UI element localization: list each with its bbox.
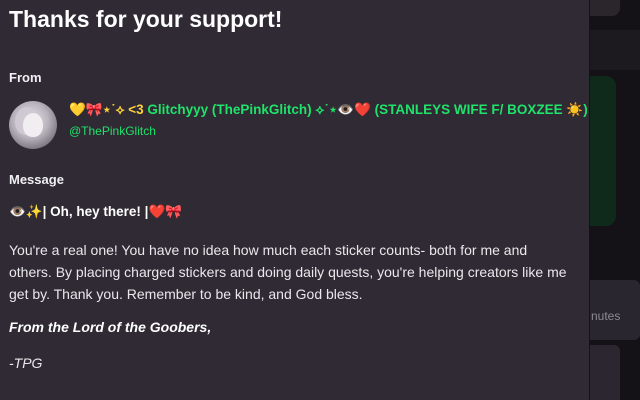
background-card bbox=[590, 30, 640, 70]
message-body: You're a real one! You have no idea how … bbox=[9, 242, 567, 302]
background-partial-text: nutes bbox=[591, 309, 621, 323]
background-card bbox=[590, 345, 620, 400]
background-card bbox=[590, 76, 616, 226]
message-signature: -TPG bbox=[9, 355, 43, 371]
sender-handle[interactable]: @ThePinkGlitch bbox=[69, 124, 156, 138]
sender-name-main: Glitchyyy (ThePinkGlitch) ⟡˙⋆👁️ bbox=[147, 102, 355, 117]
modal-title: Thanks for your support! bbox=[9, 6, 283, 32]
sender-name-suffix: (STANLEYS WIFE F/ BOXZEE ☀️) bbox=[370, 102, 588, 117]
thanks-modal: Thanks for your support! From 💛🎀⋆˙⟡ <3 G… bbox=[0, 0, 589, 400]
background-card bbox=[590, 0, 620, 16]
message-signoff: From the Lord of the Goobers, bbox=[9, 319, 212, 335]
avatar-portrait-icon bbox=[23, 113, 43, 137]
message-heading: 👁️✨| Oh, hey there! |❤️🎀 bbox=[9, 204, 183, 219]
sender-display-name[interactable]: 💛🎀⋆˙⟡ <3 Glitchyyy (ThePinkGlitch) ⟡˙⋆👁️… bbox=[69, 102, 588, 118]
message-label: Message bbox=[9, 172, 64, 187]
from-label: From bbox=[9, 70, 42, 85]
sender-avatar[interactable] bbox=[9, 101, 57, 149]
heart-icon: ❤️ bbox=[354, 102, 371, 117]
sender-name-prefix: 💛🎀⋆˙⟡ <3 bbox=[69, 102, 148, 117]
